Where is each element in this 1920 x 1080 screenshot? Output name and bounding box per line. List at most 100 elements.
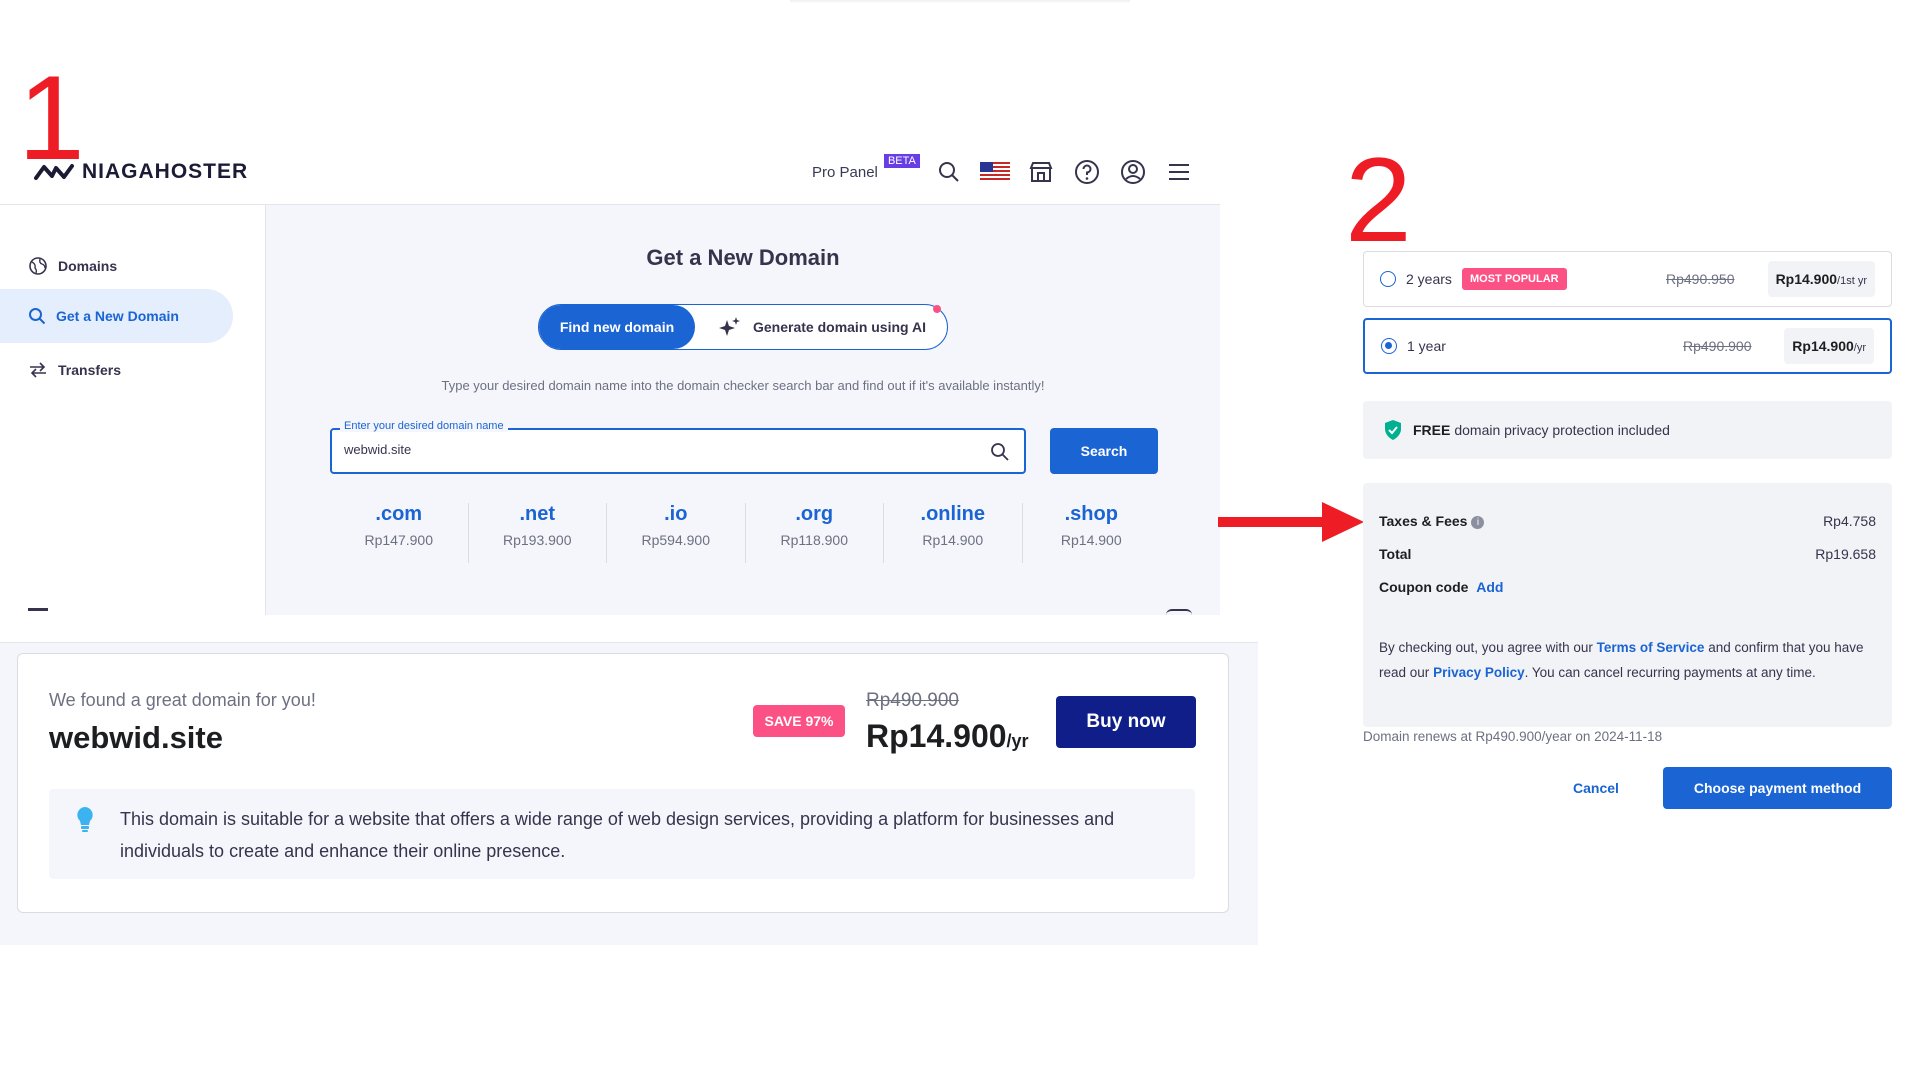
sidebar-item-domains[interactable]: Domains bbox=[0, 239, 233, 293]
plan-price: Rp14.900/yr bbox=[1784, 328, 1874, 364]
total-value: Rp19.658 bbox=[1815, 546, 1876, 562]
found-domain-name: webwid.site bbox=[49, 720, 223, 755]
tld-price: Rp118.900 bbox=[780, 532, 848, 548]
add-coupon-link[interactable]: Add bbox=[1476, 579, 1503, 595]
tld-item[interactable]: .io Rp594.900 bbox=[607, 503, 746, 563]
terms-text: By checking out, you agree with our Term… bbox=[1379, 635, 1869, 685]
tld-name: .com bbox=[375, 503, 423, 525]
domain-search-label: Enter your desired domain name bbox=[340, 420, 508, 432]
terms-suffix: . You can cancel recurring payments at a… bbox=[1524, 665, 1816, 680]
pro-panel-label: Pro Panel bbox=[812, 163, 878, 181]
domain-tip-text: This domain is suitable for a website th… bbox=[120, 809, 1115, 861]
tld-item[interactable]: .com Rp147.900 bbox=[330, 503, 469, 563]
plan-original-price: Rp490.900 bbox=[1683, 338, 1752, 354]
tld-price: Rp147.900 bbox=[364, 532, 433, 548]
plan-price-value: Rp14.900 bbox=[1792, 338, 1854, 354]
search-icon[interactable] bbox=[934, 157, 964, 187]
tld-item[interactable]: .online Rp14.900 bbox=[884, 503, 1023, 563]
top-shadow bbox=[790, 0, 1130, 3]
tld-name: .net bbox=[519, 503, 556, 525]
taxes-row: Taxes & Fees i Rp4.758 bbox=[1379, 513, 1876, 529]
generate-domain-ai-tab[interactable]: Generate domain using AI bbox=[719, 305, 926, 349]
plan-option-1-year[interactable]: 1 year Rp490.900 Rp14.900/yr bbox=[1363, 318, 1892, 374]
privacy-text: domain privacy protection included bbox=[1454, 422, 1670, 438]
found-label: We found a great domain for you! bbox=[49, 690, 316, 710]
generate-domain-ai-label: Generate domain using AI bbox=[753, 319, 926, 335]
coupon-row: Coupon code Add bbox=[1379, 579, 1876, 595]
sidebar: Domains Get a New Domain Transfers bbox=[0, 205, 266, 615]
domain-tip: This domain is suitable for a website th… bbox=[49, 789, 1195, 879]
search-icon[interactable] bbox=[990, 442, 1010, 462]
find-new-domain-tab[interactable]: Find new domain bbox=[539, 305, 695, 349]
terms-of-service-link[interactable]: Terms of Service bbox=[1597, 640, 1705, 655]
terms-prefix: By checking out, you agree with our bbox=[1379, 640, 1593, 655]
discount-price: Rp14.900/yr bbox=[866, 718, 1029, 755]
globe-icon bbox=[29, 257, 47, 275]
sidebar-collapse-handle[interactable] bbox=[28, 608, 48, 611]
store-icon[interactable] bbox=[1026, 157, 1056, 187]
menu-icon[interactable] bbox=[1164, 157, 1194, 187]
lightbulb-icon bbox=[77, 807, 93, 832]
privacy-protection-note: FREE domain privacy protection included bbox=[1363, 401, 1892, 459]
buy-now-button[interactable]: Buy now bbox=[1056, 696, 1196, 748]
logo-text: NIAGAHOSTER bbox=[82, 160, 249, 183]
total-row: Total Rp19.658 bbox=[1379, 546, 1876, 562]
account-icon[interactable] bbox=[1118, 157, 1148, 187]
sidebar-item-get-new-domain[interactable]: Get a New Domain bbox=[0, 289, 233, 343]
privacy-policy-link[interactable]: Privacy Policy bbox=[1433, 665, 1525, 680]
plan-price-value: Rp14.900 bbox=[1775, 271, 1838, 287]
tld-name: .online bbox=[920, 503, 985, 525]
domain-search-field[interactable]: Enter your desired domain name bbox=[330, 420, 1026, 474]
beta-badge: BETA bbox=[883, 153, 920, 168]
us-flag-icon[interactable] bbox=[979, 157, 1010, 187]
plan-radio[interactable] bbox=[1380, 271, 1396, 287]
tld-item[interactable]: .org Rp118.900 bbox=[746, 503, 884, 563]
result-section: We found a great domain for you! webwid.… bbox=[0, 642, 1258, 945]
pro-panel-link[interactable]: Pro Panel BETA bbox=[812, 153, 920, 181]
privacy-free-label: FREE bbox=[1413, 422, 1451, 438]
taxes-label: Taxes & Fees bbox=[1379, 513, 1468, 529]
sidebar-item-transfers[interactable]: Transfers bbox=[0, 343, 233, 397]
price-unit: /yr bbox=[1006, 731, 1029, 751]
coupon-label: Coupon code bbox=[1379, 579, 1469, 595]
cancel-button[interactable]: Cancel bbox=[1548, 767, 1644, 809]
logo-icon bbox=[34, 164, 74, 180]
discount-price-value: Rp14.900 bbox=[866, 718, 1007, 754]
search-hint: Type your desired domain name into the d… bbox=[441, 378, 1045, 393]
plan-option-2-years[interactable]: 2 years MOST POPULAR Rp490.950 Rp14.900/… bbox=[1363, 251, 1892, 307]
tld-item[interactable]: .net Rp193.900 bbox=[469, 503, 607, 563]
plan-price-unit: /1st yr bbox=[1837, 275, 1867, 287]
domain-result-card: We found a great domain for you! webwid.… bbox=[17, 653, 1229, 913]
save-badge: SAVE 97% bbox=[753, 705, 845, 737]
help-icon[interactable] bbox=[1072, 157, 1102, 187]
plan-radio[interactable] bbox=[1381, 338, 1397, 354]
info-icon[interactable]: i bbox=[1471, 515, 1485, 529]
sidebar-item-label: Get a New Domain bbox=[56, 308, 179, 324]
step-two-annotation: 2 bbox=[1345, 133, 1412, 267]
sidebar-item-label: Transfers bbox=[58, 362, 122, 378]
main-content: Get a New Domain Find new domain Generat… bbox=[266, 205, 1220, 615]
original-price: Rp490.900 bbox=[866, 690, 959, 711]
choose-payment-method-button[interactable]: Choose payment method bbox=[1663, 767, 1892, 809]
taxes-value: Rp4.758 bbox=[1823, 513, 1876, 529]
most-popular-badge: MOST POPULAR bbox=[1462, 268, 1567, 290]
tld-price: Rp14.900 bbox=[1060, 532, 1122, 548]
tld-item[interactable]: .shop Rp14.900 bbox=[1023, 503, 1161, 563]
logo[interactable]: NIAGAHOSTER bbox=[34, 160, 248, 184]
plan-price: Rp14.900/1st yr bbox=[1767, 261, 1875, 297]
tld-price-list: .com Rp147.900 .net Rp193.900 .io Rp594.900… bbox=[330, 503, 1160, 563]
tld-name: .shop bbox=[1064, 503, 1118, 525]
tld-price: Rp193.900 bbox=[502, 532, 572, 548]
sidebar-item-label: Domains bbox=[58, 258, 118, 274]
renewal-note: Domain renews at Rp490.900/year on 2024-… bbox=[1363, 729, 1663, 744]
header-actions: Pro Panel BETA bbox=[812, 152, 1194, 192]
domain-search-input[interactable] bbox=[344, 442, 944, 457]
search-icon bbox=[29, 308, 46, 325]
shield-icon bbox=[1385, 420, 1401, 440]
total-label: Total bbox=[1379, 546, 1412, 562]
sparkle-icon bbox=[719, 317, 740, 336]
search-button[interactable]: Search bbox=[1050, 428, 1158, 474]
scroll-indicator bbox=[1166, 609, 1192, 615]
arrow-annotation bbox=[1218, 502, 1364, 542]
page-title: Get a New Domain bbox=[646, 245, 840, 270]
